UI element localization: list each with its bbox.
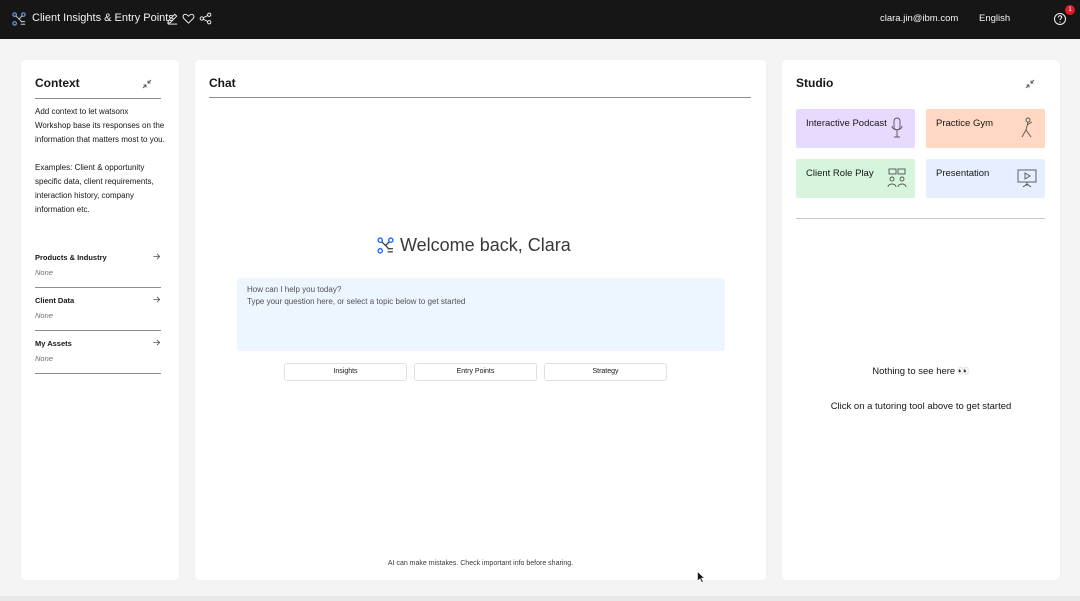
tool-label: Interactive Podcast [806, 118, 887, 129]
arrow-right-icon[interactable] [152, 295, 161, 304]
context-title: Context [35, 76, 80, 90]
section-value: None [35, 311, 53, 320]
favorite-heart-icon[interactable] [182, 12, 195, 25]
welcome-text: Welcome back, Clara [400, 235, 571, 255]
chat-panel: Chat Welcome back, Clara How can I help … [195, 60, 766, 580]
tool-label: Presentation [936, 168, 990, 179]
microphone-icon [891, 117, 903, 138]
tool-interactive-podcast[interactable]: Interactive Podcast [796, 109, 915, 148]
workshop-title: Client Insights & Entry Points [32, 12, 174, 24]
studio-title: Studio [796, 76, 834, 90]
share-icon[interactable] [199, 12, 212, 25]
notification-badge[interactable]: 1 [1065, 5, 1075, 15]
tool-label: Practice Gym [936, 118, 994, 129]
section-value: None [35, 268, 53, 277]
context-panel: Context Add context to let watsonx Works… [21, 60, 179, 580]
presentation-screen-icon [1017, 169, 1037, 188]
window-bottom-edge [0, 596, 1080, 601]
studio-divider [796, 218, 1045, 219]
context-divider [35, 98, 161, 99]
chat-divider [209, 97, 751, 98]
section-divider [35, 373, 161, 374]
collapse-icon[interactable] [1025, 79, 1035, 89]
section-products-industry[interactable]: Products & Industry None [35, 252, 161, 288]
welcome-heading: Welcome back, Clara [377, 235, 571, 256]
section-divider [35, 330, 161, 331]
section-divider [35, 287, 161, 288]
tool-client-role-play[interactable]: Client Role Play [796, 159, 915, 198]
arrow-right-icon[interactable] [152, 338, 161, 347]
language-selector[interactable]: English [979, 13, 1010, 24]
section-my-assets[interactable]: My Assets None [35, 338, 161, 374]
edit-icon[interactable] [166, 12, 179, 25]
topic-button-insights[interactable]: Insights [284, 363, 407, 381]
section-label: Client Data [35, 296, 75, 305]
empty-state-title: Nothing to see here 👀 [872, 366, 970, 377]
workshop-logo-icon [377, 237, 394, 254]
help-icon[interactable] [1053, 12, 1067, 26]
people-chat-icon [887, 168, 907, 188]
section-label: Products & Industry [35, 253, 107, 262]
chat-input[interactable]: How can I help you today? Type your ques… [237, 278, 725, 351]
studio-panel: Studio Interactive Podcast Practice Gym … [782, 60, 1060, 580]
topic-button-strategy[interactable]: Strategy [544, 363, 667, 381]
arrow-right-icon[interactable] [152, 252, 161, 261]
top-bar: Client Insights & Entry Points clara.jin… [0, 0, 1080, 39]
mouse-cursor-icon [697, 571, 705, 583]
tool-label: Client Role Play [806, 168, 874, 179]
topic-button-entry-points[interactable]: Entry Points [414, 363, 537, 381]
context-description-text: Add context to let watsonx Workshop base… [35, 107, 165, 144]
user-email[interactable]: clara.jin@ibm.com [880, 13, 958, 24]
tool-presentation[interactable]: Presentation [926, 159, 1045, 198]
chat-title: Chat [209, 76, 236, 90]
section-label: My Assets [35, 339, 72, 348]
section-client-data[interactable]: Client Data None [35, 295, 161, 331]
section-value: None [35, 354, 53, 363]
exercise-figure-icon [1021, 117, 1033, 138]
tool-practice-gym[interactable]: Practice Gym [926, 109, 1045, 148]
context-examples-text: Examples: Client & opportunity specific … [35, 163, 154, 214]
context-description: Add context to let watsonx Workshop base… [35, 105, 165, 217]
workshop-logo-icon [12, 12, 26, 26]
collapse-icon[interactable] [142, 79, 152, 89]
chat-input-prompt: How can I help you today? [247, 285, 342, 294]
empty-state-subtitle: Click on a tutoring tool above to get st… [830, 401, 1012, 412]
chat-input-placeholder: Type your question here, or select a top… [247, 297, 466, 306]
ai-disclaimer: AI can make mistakes. Check important in… [387, 560, 574, 567]
